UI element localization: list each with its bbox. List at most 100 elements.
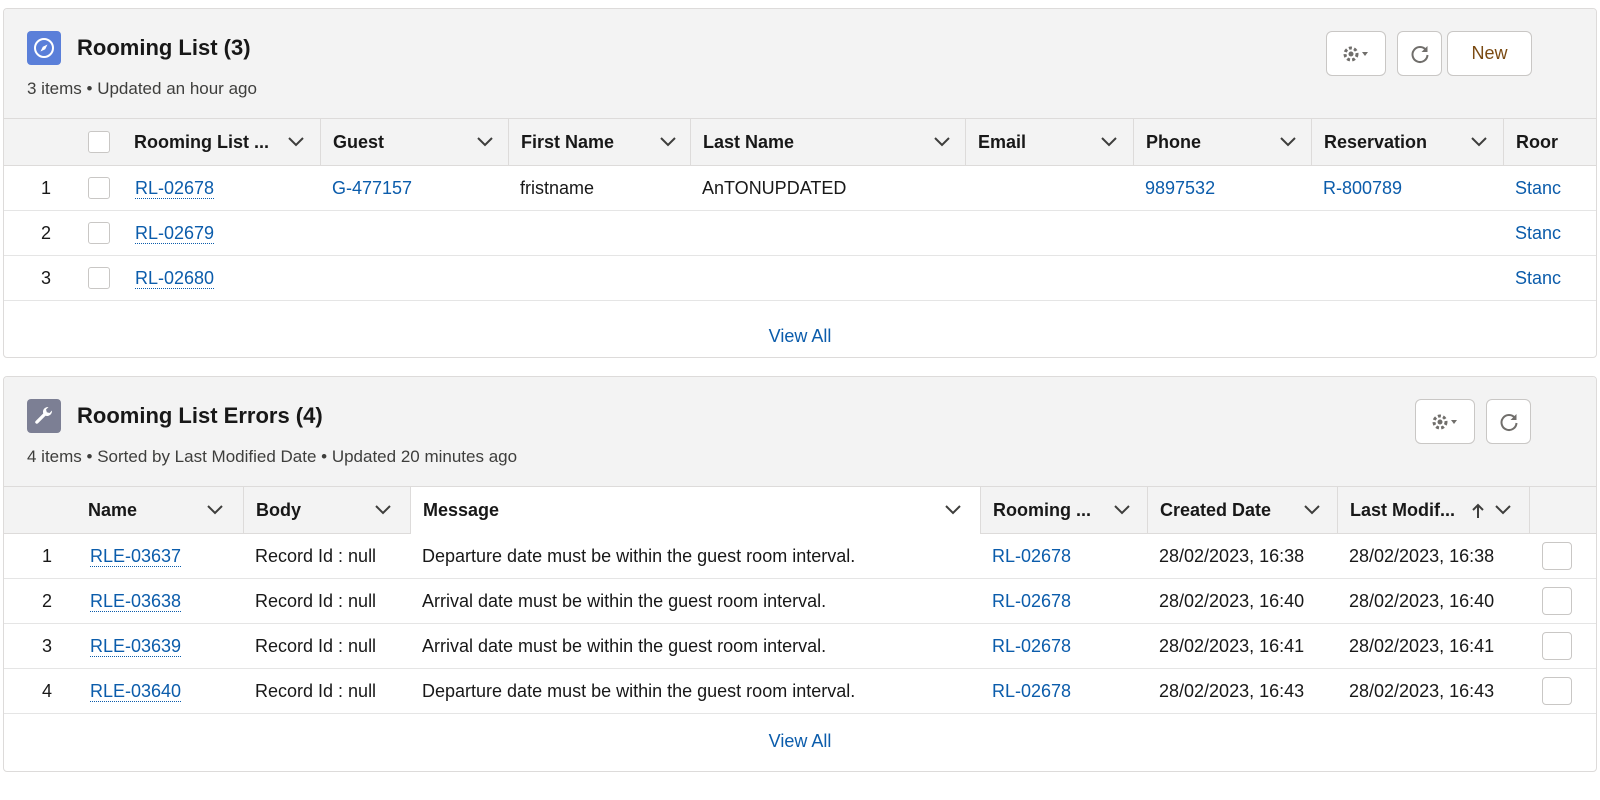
rooming-list-errors-card: Rooming List Errors (4) 4 items • Sorted… [3, 376, 1597, 772]
column-header-actions [1529, 487, 1596, 534]
view-all-link[interactable]: View All [4, 326, 1596, 347]
table-row: 2 RLE-03638 Record Id : null Arrival dat… [4, 579, 1596, 624]
chevron-down-icon[interactable] [476, 134, 494, 155]
reservation-link[interactable]: R-800789 [1323, 166, 1493, 210]
column-header-email[interactable]: Email [965, 119, 1133, 166]
view-all-link[interactable]: View All [4, 731, 1596, 752]
email-cell [977, 166, 1127, 210]
chevron-down-icon[interactable] [206, 502, 224, 523]
first-name-cell [520, 256, 680, 300]
body-cell: Record Id : null [255, 635, 377, 656]
column-header-reservation[interactable]: Reservation [1311, 119, 1503, 166]
new-button[interactable]: New [1447, 31, 1532, 76]
column-header-last-name[interactable]: Last Name [690, 119, 965, 166]
email-cell [977, 256, 1127, 300]
guest-link[interactable]: G-477157 [332, 166, 502, 210]
error-name-cell: RLE-03639 [90, 624, 240, 668]
card-title: Rooming List Errors (4) [77, 403, 323, 428]
phone-link[interactable]: 9897532 [1145, 166, 1305, 210]
error-name-link[interactable]: RLE-03637 [90, 546, 182, 567]
error-name-link[interactable]: RLE-03639 [90, 636, 182, 657]
settings-menu-button[interactable] [1415, 399, 1475, 444]
settings-menu-button[interactable] [1326, 31, 1386, 76]
chevron-down-icon[interactable] [1494, 502, 1512, 523]
last-modified-cell: 28/02/2023, 16:38 [1349, 545, 1495, 566]
table-row: 3 RL-02680 Stanc [4, 256, 1596, 301]
row-checkbox[interactable] [88, 222, 110, 244]
gear-icon [1430, 412, 1460, 432]
row-number: 3 [40, 267, 51, 288]
column-header-first-name[interactable]: First Name [508, 119, 690, 166]
rooming-list-link[interactable]: RL-02678 [992, 669, 1142, 713]
message-cell: Departure date must be within the guest … [422, 680, 856, 701]
chevron-down-icon[interactable] [659, 134, 677, 155]
created-date-cell: 28/02/2023, 16:43 [1159, 680, 1305, 701]
room-link[interactable]: Stanc [1515, 211, 1596, 255]
chevron-down-icon[interactable] [1279, 134, 1297, 155]
select-all-checkbox[interactable] [88, 131, 110, 153]
row-checkbox[interactable] [88, 177, 110, 199]
column-header-body[interactable]: Body [243, 487, 410, 534]
rooming-list-card: Rooming List (3) 3 items • Updated an ho… [3, 8, 1597, 358]
column-header-last-modified[interactable]: Last Modif... [1337, 487, 1529, 534]
error-name-cell: RLE-03640 [90, 669, 240, 713]
refresh-button[interactable] [1486, 399, 1531, 444]
column-header-rooming-list[interactable]: Rooming List ... [122, 119, 320, 166]
column-header-phone[interactable]: Phone [1133, 119, 1311, 166]
error-name-link[interactable]: RLE-03640 [90, 681, 182, 702]
chevron-down-icon[interactable] [1113, 502, 1131, 523]
first-name-cell [520, 211, 680, 255]
reservation-link[interactable] [1323, 256, 1493, 300]
rooming-list-link[interactable]: RL-02678 [992, 624, 1142, 668]
rooming-list-name-cell: RL-02678 [135, 166, 315, 210]
last-modified-cell: 28/02/2023, 16:40 [1349, 590, 1495, 611]
row-actions-button[interactable] [1542, 632, 1572, 660]
phone-link[interactable] [1145, 211, 1305, 255]
table-row: 1 RL-02678 G-477157 fristname AnTONUPDAT… [4, 166, 1596, 211]
created-date-cell: 28/02/2023, 16:41 [1159, 635, 1305, 656]
column-header-created-date[interactable]: Created Date [1147, 487, 1337, 534]
row-actions-button[interactable] [1542, 677, 1572, 705]
row-actions-button[interactable] [1542, 587, 1572, 615]
card-title: Rooming List (3) [77, 35, 251, 60]
chevron-down-icon[interactable] [1303, 502, 1321, 523]
last-name-cell: AnTONUPDATED [702, 177, 847, 198]
row-number: 3 [41, 635, 52, 656]
column-header-rooming-list[interactable]: Rooming ... [980, 487, 1147, 534]
chevron-down-icon[interactable] [287, 134, 305, 155]
column-header-room[interactable]: Roor [1503, 119, 1596, 166]
sort-ascending-icon[interactable] [1470, 502, 1486, 525]
phone-link[interactable] [1145, 256, 1305, 300]
room-link[interactable]: Stanc [1515, 166, 1596, 210]
rooming-list-header: Rooming List (3) 3 items • Updated an ho… [4, 9, 1596, 119]
table-row: 2 RL-02679 Stanc [4, 211, 1596, 256]
room-link[interactable]: Stanc [1515, 256, 1596, 300]
rooming-list-errors-header: Rooming List Errors (4) 4 items • Sorted… [4, 377, 1596, 487]
chevron-down-icon[interactable] [1470, 134, 1488, 155]
row-number: 4 [41, 680, 52, 701]
rooming-list-link[interactable]: RL-02678 [992, 534, 1142, 578]
error-name-cell: RLE-03638 [90, 579, 240, 623]
rooming-list-link[interactable]: RL-02678 [992, 579, 1142, 623]
error-name-link[interactable]: RLE-03638 [90, 591, 182, 612]
column-header-name[interactable]: Name [76, 487, 243, 534]
row-checkbox[interactable] [88, 267, 110, 289]
rooming-list-link[interactable]: RL-02680 [135, 268, 215, 289]
column-header-message[interactable]: Message [410, 487, 980, 534]
rooming-list-link[interactable]: RL-02678 [135, 178, 215, 199]
row-actions-button[interactable] [1542, 542, 1572, 570]
chevron-down-icon[interactable] [944, 502, 962, 523]
error-name-cell: RLE-03637 [90, 534, 240, 578]
column-header-guest[interactable]: Guest [320, 119, 508, 166]
chevron-down-icon[interactable] [933, 134, 951, 155]
guest-link[interactable] [332, 211, 502, 255]
refresh-button[interactable] [1397, 31, 1442, 76]
table-row: 1 RLE-03637 Record Id : null Departure d… [4, 534, 1596, 579]
reservation-link[interactable] [1323, 211, 1493, 255]
last-modified-cell: 28/02/2023, 16:41 [1349, 635, 1495, 656]
rooming-list-link[interactable]: RL-02679 [135, 223, 215, 244]
chevron-down-icon[interactable] [1100, 134, 1118, 155]
chevron-down-icon[interactable] [374, 502, 392, 523]
last-modified-cell: 28/02/2023, 16:43 [1349, 680, 1495, 701]
guest-link[interactable] [332, 256, 502, 300]
